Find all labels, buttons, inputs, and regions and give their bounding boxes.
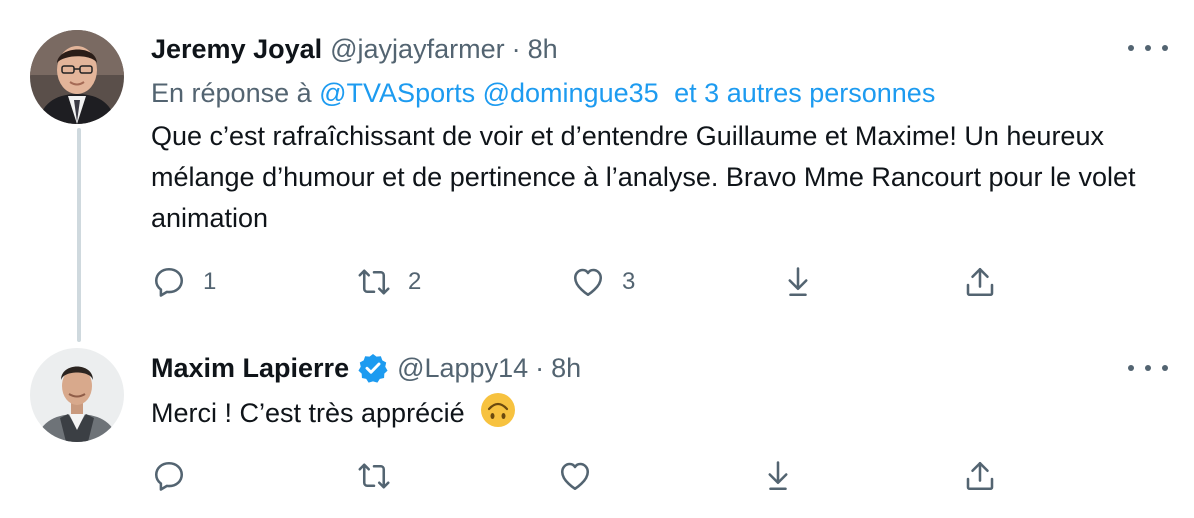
retweet-icon bbox=[358, 269, 390, 295]
bookmark-button[interactable] bbox=[780, 264, 816, 300]
tweet-text: Que c’est rafraîchissant de voir et d’en… bbox=[151, 121, 1136, 233]
replying-to-line: En réponse à @TVASports @domingue35 et 3… bbox=[151, 78, 935, 109]
more-options-button[interactable] bbox=[1128, 38, 1168, 58]
replying-to-label: En réponse à bbox=[151, 78, 312, 108]
others-link[interactable]: et 3 autres personnes bbox=[674, 78, 935, 108]
retweet-count: 2 bbox=[408, 268, 422, 295]
reply-icon bbox=[154, 267, 184, 297]
tweet2-header: Maxim Lapierre @Lappy14 · 8h bbox=[151, 352, 581, 384]
heart-icon bbox=[560, 462, 590, 491]
share-icon bbox=[966, 461, 994, 491]
download-icon bbox=[768, 461, 788, 491]
more-icon-dot bbox=[1162, 45, 1168, 51]
more-icon-dot bbox=[1145, 365, 1151, 371]
separator-dot: · bbox=[511, 34, 521, 64]
user-handle[interactable]: @Lappy14 bbox=[397, 353, 528, 384]
share-icon bbox=[966, 267, 994, 297]
more-icon-dot bbox=[1162, 365, 1168, 371]
reply-icon bbox=[154, 461, 184, 491]
avatar-jeremy-joyal[interactable] bbox=[30, 30, 124, 124]
mention-link[interactable]: @TVASports bbox=[319, 78, 475, 108]
tweet1-header: Jeremy Joyal @jayjayfarmer · 8h bbox=[151, 34, 558, 65]
share-button[interactable] bbox=[962, 264, 998, 300]
tweet-text: Merci ! C’est très apprécié bbox=[151, 398, 465, 428]
download-icon bbox=[788, 267, 808, 297]
avatar-maxim-lapierre[interactable] bbox=[30, 348, 124, 442]
user-handle[interactable]: @jayjayfarmer bbox=[330, 34, 504, 65]
like-button[interactable]: 3 bbox=[570, 264, 635, 300]
separator-dot: · bbox=[535, 352, 545, 383]
like-button[interactable] bbox=[557, 458, 593, 494]
upside-down-face-emoji-icon bbox=[480, 392, 516, 428]
timestamp[interactable]: 8h bbox=[551, 353, 581, 384]
thread-connector-line bbox=[77, 128, 81, 342]
share-button[interactable] bbox=[962, 458, 998, 494]
more-icon-dot bbox=[1145, 45, 1151, 51]
retweet-button[interactable] bbox=[356, 458, 392, 494]
display-name[interactable]: Maxim Lapierre bbox=[151, 353, 349, 384]
more-icon-dot bbox=[1128, 45, 1134, 51]
tweet2-body: Merci ! C’est très apprécié bbox=[151, 392, 1051, 434]
more-icon-dot bbox=[1128, 365, 1134, 371]
heart-icon bbox=[573, 268, 603, 297]
retweet-button[interactable]: 2 bbox=[356, 264, 421, 300]
timestamp[interactable]: 8h bbox=[528, 34, 558, 65]
display-name[interactable]: Jeremy Joyal bbox=[151, 34, 322, 65]
reply-button[interactable]: 1 bbox=[151, 264, 216, 300]
retweet-icon bbox=[358, 463, 390, 489]
mention-link[interactable]: @domingue35 bbox=[483, 78, 659, 108]
like-count: 3 bbox=[622, 268, 636, 295]
more-options-button[interactable] bbox=[1128, 358, 1168, 378]
verified-badge-icon bbox=[357, 352, 389, 384]
reply-count: 1 bbox=[203, 268, 217, 295]
bookmark-button[interactable] bbox=[760, 458, 796, 494]
reply-button[interactable] bbox=[151, 458, 187, 494]
